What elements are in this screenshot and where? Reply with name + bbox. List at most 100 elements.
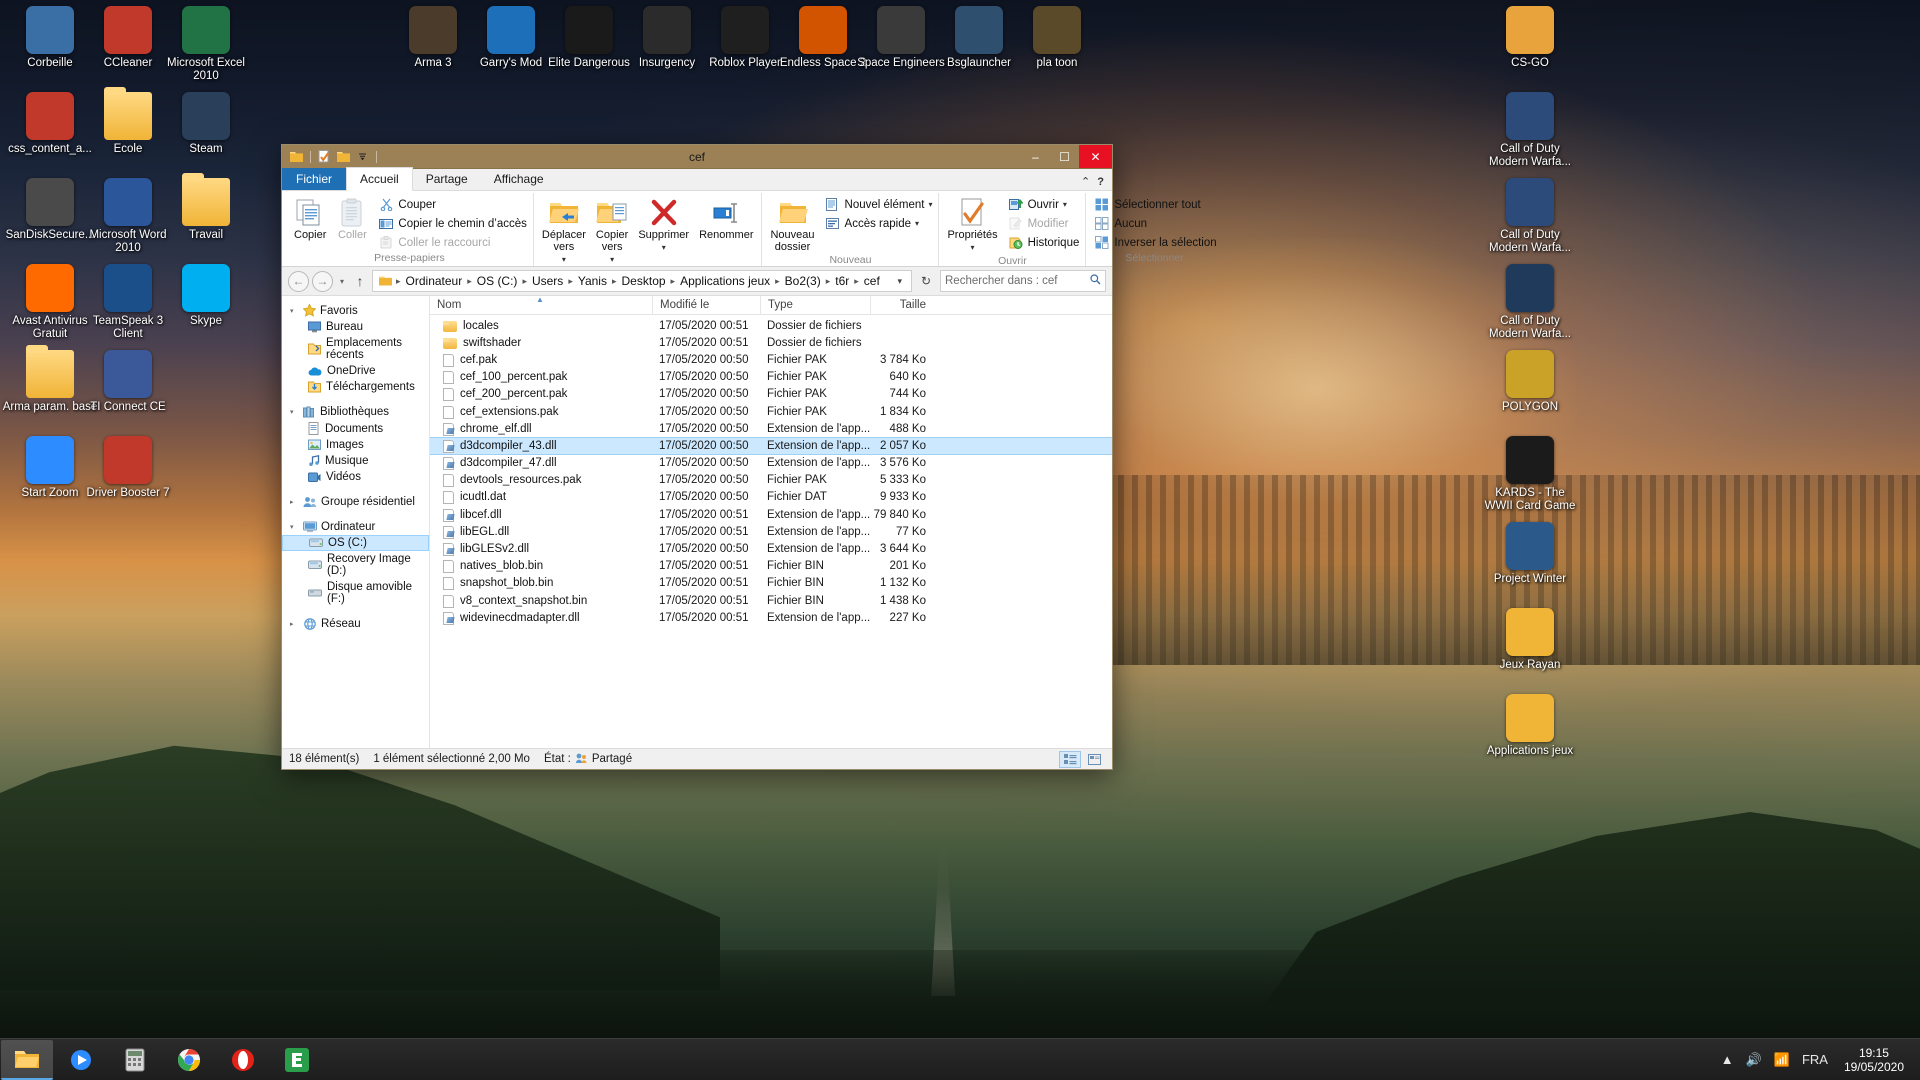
breadcrumb-separator[interactable]: ▸ [670,276,677,287]
collapse-ribbon-icon[interactable]: ⌃ [1081,175,1090,188]
copy-to-button[interactable]: Copier vers ▾ [591,196,633,267]
table-row[interactable]: libcef.dll 17/05/2020 00:51 Extension de l… [430,506,1112,523]
desktop-icon-right-4[interactable]: POLYGON [1482,350,1578,414]
breadcrumb-separator[interactable]: ▸ [521,276,528,287]
desktop-icon-10[interactable]: TI Connect CE [80,350,176,414]
breadcrumb-item-2[interactable]: Users [529,274,566,288]
select-none-button[interactable]: Aucun [1091,215,1219,232]
taskbar-media-player[interactable] [55,1040,107,1080]
back-button[interactable]: ← [288,270,309,292]
desktop-icon-15[interactable]: Skype [158,264,254,328]
desktop-icon-right-0[interactable]: CS-GO [1482,6,1578,70]
table-row[interactable]: locales 17/05/2020 00:51 Dossier de fichie… [430,317,1112,334]
breadcrumb-separator[interactable]: ▸ [611,276,618,287]
scissors-button[interactable]: Couper [375,196,529,213]
desktop-icon-right-8[interactable]: Applications jeux [1482,694,1578,758]
refresh-button[interactable]: ↻ [915,270,937,292]
nav-item-onedrive[interactable]: OneDrive [282,363,429,379]
table-row[interactable]: swiftshader 17/05/2020 00:51 Dossier de fi… [430,334,1112,351]
chevron-down-icon[interactable]: ▾ [915,219,919,228]
table-row[interactable]: cef_200_percent.pak 17/05/2020 00:50 Fichi… [430,386,1112,403]
clock[interactable]: 19:15 19/05/2020 [1834,1046,1914,1074]
move-to-button[interactable]: Déplacer vers ▾ [537,196,591,267]
nav-item-documents[interactable]: Documents [282,420,429,437]
new-item-button[interactable]: Nouvel élément ▾ [822,196,936,213]
breadcrumb-item-1[interactable]: OS (C:) [474,274,521,288]
desktop-icon-11[interactable]: Driver Booster 7 [80,436,176,500]
table-row[interactable]: snapshot_blob.bin 17/05/2020 00:51 Fichier… [430,575,1112,592]
minimize-button[interactable]: – [1021,145,1050,168]
tab-partage[interactable]: Partage [413,168,481,190]
invert-selection-button[interactable]: Inverser la sélection [1091,234,1219,251]
table-row[interactable]: d3dcompiler_47.dll 17/05/2020 00:50 Extens… [430,455,1112,472]
breadcrumb[interactable]: ▸ Ordinateur ▸ OS (C:) ▸ Users ▸ Yanis ▸ Desktop ▸… [372,270,912,292]
breadcrumb-item-8[interactable]: cef [861,274,883,288]
table-row[interactable]: cef_100_percent.pak 17/05/2020 00:50 Fichi… [430,369,1112,386]
tab-affichage[interactable]: Affichage [481,168,557,190]
select-all-button[interactable]: Sélectionner tout [1091,196,1219,213]
taskbar-calculator[interactable] [109,1040,161,1080]
table-row[interactable]: libGLESv2.dll 17/05/2020 00:50 Extension d… [430,540,1112,557]
delete-button[interactable]: Supprimer ▾ [633,196,694,255]
nav-item-bureau[interactable]: Bureau [282,319,429,335]
desktop-icon-14[interactable]: Travail [158,173,254,242]
expand-chevron-icon[interactable]: ▸ [290,620,299,628]
table-row[interactable]: cef_extensions.pak 17/05/2020 00:50 Fichie… [430,403,1112,420]
details-view-icon[interactable] [1059,750,1081,768]
tab-accueil[interactable]: Accueil [346,167,413,191]
nav-section-favoris[interactable]: ▾ Favoris [282,302,429,319]
nav-item-emplacements-r-cents[interactable]: Emplacements récents [282,335,429,363]
language-indicator[interactable]: FRA [1796,1052,1834,1067]
desktop-icon-right-2[interactable]: Call of Duty Modern Warfa... [1482,178,1578,254]
breadcrumb-item-0[interactable]: Ordinateur [403,274,466,288]
history-button[interactable]: Historique [1005,234,1083,251]
volume-icon[interactable]: 🔊 [1740,1052,1768,1068]
expand-chevron-icon[interactable]: ▾ [290,408,299,416]
search-input[interactable]: Rechercher dans : cef [940,270,1106,292]
breadcrumb-separator[interactable]: ▸ [567,276,574,287]
tab-fichier[interactable]: Fichier [282,168,347,190]
nav-item-os--c--[interactable]: OS (C:) [282,535,429,551]
nav-item-recovery-image--d--[interactable]: Recovery Image (D:) [282,551,429,579]
forward-button[interactable]: → [312,270,333,292]
table-row[interactable]: cef.pak 17/05/2020 00:50 Fichier PAK 3 784 … [430,351,1112,368]
table-row[interactable]: natives_blob.bin 17/05/2020 00:51 Fichier … [430,558,1112,575]
tiles-view-icon[interactable] [1083,751,1105,768]
expand-chevron-icon[interactable]: ▸ [290,498,299,506]
nav-item-musique[interactable]: Musique [282,453,429,469]
desktop-icon-right-6[interactable]: Project Winter [1482,522,1578,586]
breadcrumb-item-7[interactable]: t6r [832,274,852,288]
nav-item-vid-os[interactable]: Vidéos [282,469,429,485]
column-header-date[interactable]: Modifié le [652,296,760,314]
desktop-icon-right-5[interactable]: KARDS - The WWII Card Game [1482,436,1578,512]
nav-section-groupe-r-sidentiel[interactable]: ▸ Groupe résidentiel [282,494,429,510]
table-row[interactable]: v8_context_snapshot.bin 17/05/2020 00:51 F… [430,592,1112,609]
desktop-icon-right-1[interactable]: Call of Duty Modern Warfa... [1482,92,1578,168]
breadcrumb-dropdown-icon[interactable]: ▾ [892,276,907,287]
table-row[interactable]: chrome_elf.dll 17/05/2020 00:50 Extension … [430,420,1112,437]
quick-access-button[interactable]: Accès rapide ▾ [822,215,936,232]
breadcrumb-separator[interactable]: ▸ [853,276,860,287]
breadcrumb-separator[interactable]: ▸ [825,276,832,287]
breadcrumb-item-6[interactable]: Bo2(3) [782,274,824,288]
nav-section-r-seau[interactable]: ▸ Réseau [282,616,429,632]
chevron-down-icon[interactable]: ▾ [1063,200,1067,209]
chevron-down-icon[interactable]: ▾ [928,200,932,209]
desktop-icon-top-8[interactable]: pla toon [1009,6,1105,70]
desktop-icon-13[interactable]: Steam [158,92,254,156]
maximize-button[interactable]: ☐ [1050,145,1079,168]
column-header-type[interactable]: Type [760,296,870,314]
taskbar-file-explorer[interactable] [1,1039,53,1080]
nav-section-ordinateur[interactable]: ▾ Ordinateur [282,519,429,535]
copy-path-button[interactable]: Copier le chemin d’accès [375,215,529,232]
properties-button[interactable]: Propriétés ▾ [942,196,1002,255]
nav-item-disque-amovible--f--[interactable]: Disque amovible (F:) [282,579,429,607]
nav-section-biblioth-ques[interactable]: ▾ Bibliothèques [282,404,429,420]
open-button[interactable]: Ouvrir ▾ [1005,196,1083,213]
table-row[interactable]: icudtl.dat 17/05/2020 00:50 Fichier DAT 9 9… [430,489,1112,506]
show-hidden-icons[interactable]: ▲ [1715,1052,1740,1067]
help-icon[interactable]: ? [1097,176,1104,188]
nav-item-images[interactable]: Images [282,437,429,453]
new-folder-button[interactable]: Nouveau dossier [765,196,819,254]
column-header-size[interactable]: Taille [870,296,932,314]
